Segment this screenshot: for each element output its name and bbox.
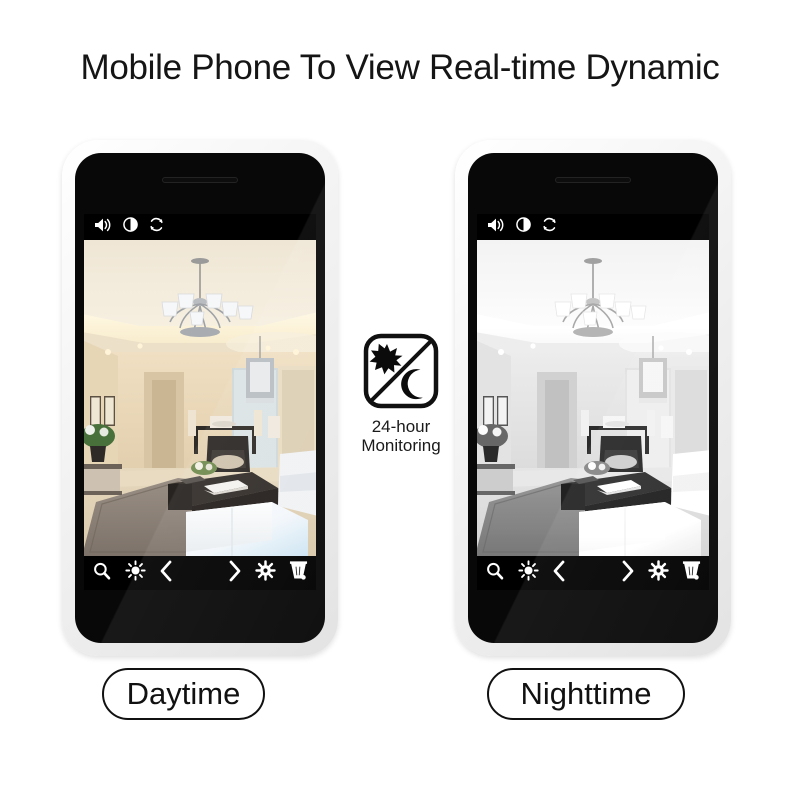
caption-pill-daytime: Daytime [102,668,265,720]
brightness-icon[interactable] [518,560,539,586]
app-top-toolbar [84,214,316,240]
page-title: Mobile Phone To View Real-time Dynamic [80,48,720,87]
contrast-icon[interactable] [123,217,138,237]
phone-mockup-nighttime [455,140,731,656]
badge-caption-line2: Monitoring [361,436,441,455]
app-bottom-toolbar [477,556,709,590]
earpiece-speaker-icon [555,177,631,183]
phone-body [75,153,325,643]
volume-icon[interactable] [486,217,506,238]
settings-gear-icon[interactable] [255,560,276,586]
search-icon[interactable] [92,561,112,586]
trash-icon[interactable] [682,560,701,586]
refresh-icon[interactable] [541,216,558,238]
camera-feed-nighttime [477,240,709,556]
phone-mockup-daytime [62,140,338,656]
app-bottom-toolbar [84,556,316,590]
caption-label-nighttime: Nighttime [520,676,652,711]
caption-pill-nighttime: Nighttime [487,668,685,720]
day-night-24h-icon [362,332,440,410]
badge-caption: 24-hour Monitoring [349,417,453,455]
camera-feed-daytime [84,240,316,556]
caption-label-daytime: Daytime [126,676,241,711]
earpiece-speaker-icon [162,177,238,183]
brightness-icon[interactable] [125,560,146,586]
volume-icon[interactable] [93,217,113,238]
chevron-left-icon[interactable] [552,560,567,587]
monitoring-badge: 24-hour Monitoring [349,332,453,455]
app-top-toolbar [477,214,709,240]
refresh-icon[interactable] [148,216,165,238]
trash-icon[interactable] [289,560,308,586]
chevron-right-icon[interactable] [620,560,635,587]
contrast-icon[interactable] [516,217,531,237]
phone-body [468,153,718,643]
chevron-right-icon[interactable] [227,560,242,587]
app-screen-nighttime [477,214,709,590]
settings-gear-icon[interactable] [648,560,669,586]
app-screen-daytime [84,214,316,590]
chevron-left-icon[interactable] [159,560,174,587]
search-icon[interactable] [485,561,505,586]
badge-caption-line1: 24-hour [371,417,431,436]
